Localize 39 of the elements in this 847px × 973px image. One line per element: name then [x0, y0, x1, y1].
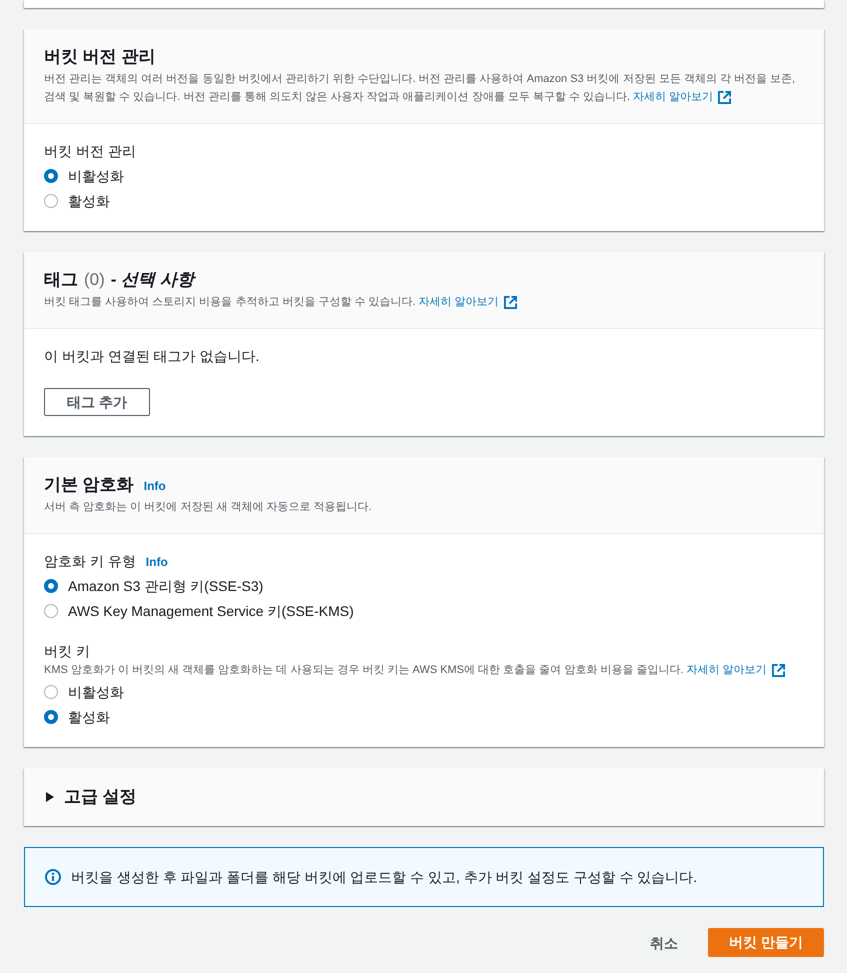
info-icon: [45, 869, 61, 885]
radio-button[interactable]: [44, 685, 58, 699]
option-label: 비활성화: [68, 167, 124, 186]
info-link[interactable]: Info: [144, 477, 166, 495]
learn-more-link[interactable]: 자세히 알아보기: [633, 88, 732, 106]
external-link-icon: [718, 90, 732, 104]
add-tag-button[interactable]: 태그 추가: [44, 388, 150, 416]
section-description: 버킷 태그를 사용하여 스토리지 비용을 추적하고 버킷을 구성할 수 있습니다. 자세히 알아보기: [44, 293, 804, 311]
section-description: 서버 측 암호화는 이 버킷에 저장된 새 객체에 자동으로 적용됩니다.: [44, 500, 373, 515]
radio-button[interactable]: [44, 604, 58, 618]
learn-more-link[interactable]: 자세히 알아보기: [686, 661, 785, 679]
section-title: 버킷 버전 관리: [44, 46, 156, 68]
create-bucket-button[interactable]: 버킷 만들기: [708, 928, 824, 957]
option-label: 활성화: [68, 192, 110, 211]
option-label: Amazon S3 관리형 키(SSE-S3): [68, 577, 264, 596]
learn-more-link[interactable]: 자세히 알아보기: [418, 293, 517, 311]
radio-button[interactable]: [44, 579, 58, 593]
info-link[interactable]: Info: [146, 553, 168, 571]
external-link-icon: [772, 664, 785, 676]
empty-state-text: 이 버킷과 연결된 태그가 없습니다.: [44, 347, 260, 366]
external-link-icon: [504, 296, 517, 308]
radio-button[interactable]: [44, 710, 58, 724]
radio-button[interactable]: [44, 194, 58, 208]
alert-message: 버킷을 생성한 후 파일과 폴더를 해당 버킷에 업로드할 수 있고, 추가 버킷 설정도 구성할 수 있습니다.: [71, 868, 698, 887]
field-description: KMS 암호화가 이 버킷의 새 객체를 암호화하는 데 사용되는 경우 버킷 키는 AWS KMS에 대한 호출을 줄여 암호화 비용을 줄입니다. 자세히 알아보기: [44, 661, 804, 679]
option-label: 비활성화: [68, 683, 124, 702]
expand-toggle[interactable]: 고급 설정: [44, 786, 137, 808]
field-label: 버킷 버전 관리: [44, 142, 136, 161]
radio-button[interactable]: [44, 169, 58, 183]
section-title: 태그: [44, 269, 78, 291]
section-description: 버전 관리는 객체의 여러 버전을 동일한 버킷에서 관리하기 위한 수단입니다. 버전 관리를 사용하여 Amazon S3 버킷에 저장된 모든 객체의 각 버전을 보존, 검색 및 복원할 수 있습니다. 버전 관리를 통해 의도치 않은 사용자 작업과 애플리케이션 장애를 모두 복구할 수 있습니다. 자세히 알아보기: [44, 70, 804, 106]
field-label: 버킷 키: [44, 642, 90, 661]
option-label: 활성화: [68, 708, 110, 727]
section-title: 기본 암호화: [44, 474, 134, 496]
cancel-button[interactable]: 취소: [630, 928, 698, 956]
field-label: 암호화 키 유형: [44, 552, 136, 571]
optional-label: - 선택 사항: [110, 269, 194, 291]
item-count: (0): [84, 269, 105, 291]
option-label: AWS Key Management Service 키(SSE-KMS): [68, 602, 354, 621]
